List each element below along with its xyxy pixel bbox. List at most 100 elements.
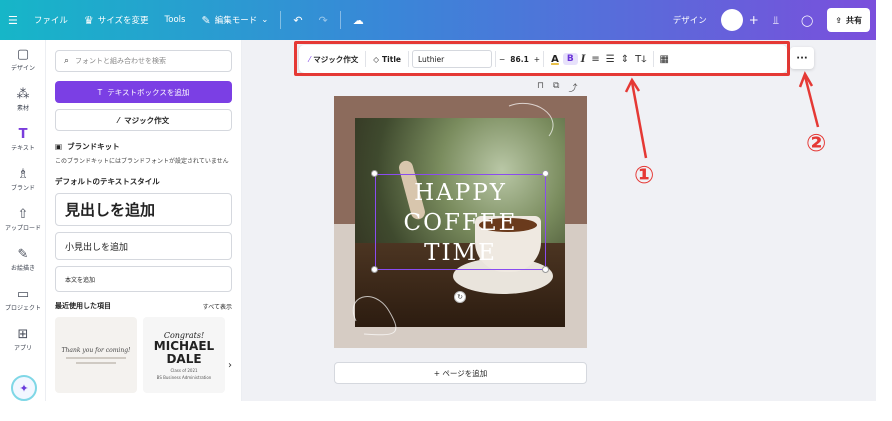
divider: [280, 11, 282, 29]
layout-icon: ▢: [16, 47, 30, 62]
lock-icon[interactable]: ⊓: [537, 81, 544, 94]
pencil-icon: ✎: [201, 13, 211, 27]
cloud-sync-button[interactable]: ☁: [345, 7, 372, 33]
font-family-select[interactable]: Luthier: [411, 50, 492, 68]
line-spacing-icon[interactable]: ⇕: [618, 54, 632, 65]
divider: [543, 51, 545, 67]
share-button[interactable]: ⇪ 共有: [827, 8, 870, 32]
add-body-text-button[interactable]: 本文を追加: [55, 266, 232, 292]
rail-item-brand[interactable]: ♗ ブランド: [0, 160, 46, 200]
title-line-2: COFFEE: [403, 210, 518, 236]
bottom-strip: [0, 401, 876, 421]
annotation-2: ②: [806, 129, 827, 157]
rotate-handle[interactable]: ↻: [454, 291, 466, 303]
rail-item-text[interactable]: T テキスト: [0, 120, 46, 160]
see-all-link[interactable]: すべて表示: [203, 302, 232, 311]
italic-button[interactable]: I: [578, 54, 589, 65]
divider: [365, 51, 367, 67]
redo-icon: ↷: [318, 13, 328, 27]
top-bar-right: デザイン + ⫫ ◯ ⇪ 共有: [665, 0, 876, 40]
recent-template-congrats[interactable]: Congrats! MICHAEL DALE Class of 2021 BS …: [143, 317, 225, 393]
magic-wand-icon: ⁄: [117, 115, 120, 125]
resize-handle[interactable]: [371, 170, 378, 177]
file-menu[interactable]: ファイル: [26, 7, 76, 33]
page-tools: ⊓ ⧉ ⤴: [537, 81, 577, 94]
magic-wand-icon: ⁄: [309, 54, 311, 64]
brand-kit-description: このブランドキットにはブランドフォントが設定されていません: [55, 158, 229, 165]
placeholder-text-line: [76, 361, 116, 364]
app-window: ☰ ファイル ♛ サイズを変更 Tools ✎ 編集モード ⌄ ↶ ↷ ☁ デザイン …: [0, 0, 892, 421]
draw-icon: ✎: [17, 247, 29, 262]
chevron-down-icon: ⌄: [261, 15, 269, 25]
chevron-right-icon[interactable]: ›: [228, 360, 232, 371]
decrease-size-button[interactable]: −: [499, 55, 505, 64]
rotate-icon: ↻: [457, 293, 463, 301]
rail-item-upload[interactable]: ⇧ アップロード: [0, 200, 46, 240]
annotation-1: ①: [634, 161, 655, 189]
add-heading-button[interactable]: 見出しを追加: [55, 193, 232, 226]
list-icon[interactable]: ☰: [603, 54, 618, 65]
divider: [339, 11, 341, 29]
folder-icon: ▭: [16, 287, 30, 302]
upload-icon: ⇪: [835, 15, 842, 25]
align-center-icon[interactable]: ≡: [588, 54, 602, 65]
recent-title: 最近使用した項目: [55, 302, 111, 310]
brand-kit-heading: ▣ ブランドキット: [55, 142, 120, 151]
magic-write-button[interactable]: ⁄ マジック作文: [55, 109, 232, 131]
duplicate-icon[interactable]: ⧉: [553, 81, 559, 94]
redo-button[interactable]: ↷: [311, 7, 336, 33]
hamburger-icon: ☰: [8, 13, 18, 27]
bar-chart-icon: ⫫: [772, 13, 779, 27]
edit-mode-dropdown[interactable]: ✎ 編集モード ⌄: [193, 7, 276, 33]
text-size-icon[interactable]: Tↆ: [632, 54, 649, 65]
apps-icon: ⊞: [17, 327, 29, 342]
resize-button[interactable]: ♛ サイズを変更: [76, 7, 157, 33]
add-page-button[interactable]: + ページを追加: [334, 362, 587, 384]
avatar[interactable]: [720, 9, 743, 31]
comment-icon: ◯: [800, 13, 814, 27]
resize-handle[interactable]: [542, 170, 549, 177]
recent-template-thank-you[interactable]: Thank you for coming!: [55, 317, 137, 393]
rail-item-draw[interactable]: ✎ お絵描き: [0, 240, 46, 280]
text-icon: T: [18, 127, 28, 142]
add-page-icon[interactable]: ⤴: [568, 81, 577, 94]
font-size-value[interactable]: 86.1: [510, 55, 529, 64]
font-search-input[interactable]: ⌕ フォントと組み合わせを検索: [55, 50, 232, 72]
text-style-button[interactable]: ◇ Title: [369, 55, 405, 64]
brand-kit-icon: ▣: [55, 142, 63, 151]
transparency-icon[interactable]: ▦: [657, 54, 672, 65]
title-line-3: TIME: [424, 240, 497, 266]
undo-icon: ↶: [293, 13, 303, 27]
divider: [494, 51, 496, 67]
rail-item-projects[interactable]: ▭ プロジェクト: [0, 280, 46, 320]
magic-assistant-button[interactable]: ✦: [11, 375, 37, 401]
comments-button[interactable]: ◯: [793, 7, 821, 33]
add-collaborator-icon[interactable]: +: [749, 13, 759, 27]
brand-icon: ♗: [17, 167, 29, 182]
more-options-button[interactable]: ···: [790, 47, 814, 69]
rail-item-elements[interactable]: ⁂ 素材: [0, 80, 46, 120]
menu-button[interactable]: ☰: [0, 7, 26, 33]
recent-header: 最近使用した項目 すべて表示: [55, 301, 232, 311]
text-panel: ⌕ フォントと組み合わせを検索 T テキストボックスを追加 ⁄ マジック作文 ▣…: [46, 40, 242, 401]
add-textbox-button[interactable]: T テキストボックスを追加: [55, 81, 232, 103]
rail-item-apps[interactable]: ⊞ アプリ: [0, 320, 46, 360]
bold-button[interactable]: B: [562, 53, 578, 65]
design-title-text[interactable]: HAPPY COFFEE TIME: [375, 178, 546, 268]
upload-icon: ⇧: [17, 207, 29, 222]
increase-size-button[interactable]: +: [534, 55, 540, 64]
title-line-1: HAPPY: [414, 180, 507, 206]
rail-item-design[interactable]: ▢ デザイン: [0, 40, 46, 80]
tag-icon: ◇: [373, 54, 380, 64]
insights-button[interactable]: ⫫: [765, 7, 787, 33]
elements-icon: ⁂: [16, 87, 30, 102]
magic-write-tool[interactable]: ⁄ マジック作文: [305, 54, 362, 65]
design-name[interactable]: デザイン: [665, 7, 715, 33]
text-color-button[interactable]: A: [547, 54, 563, 65]
recent-thumbnails: Thank you for coming! Congrats! MICHAEL …: [55, 317, 232, 393]
undo-button[interactable]: ↶: [285, 7, 310, 33]
right-gutter: [876, 0, 892, 421]
add-subheading-button[interactable]: 小見出しを追加: [55, 232, 232, 260]
search-icon: ⌕: [64, 56, 70, 66]
tools-menu[interactable]: Tools: [157, 7, 194, 33]
